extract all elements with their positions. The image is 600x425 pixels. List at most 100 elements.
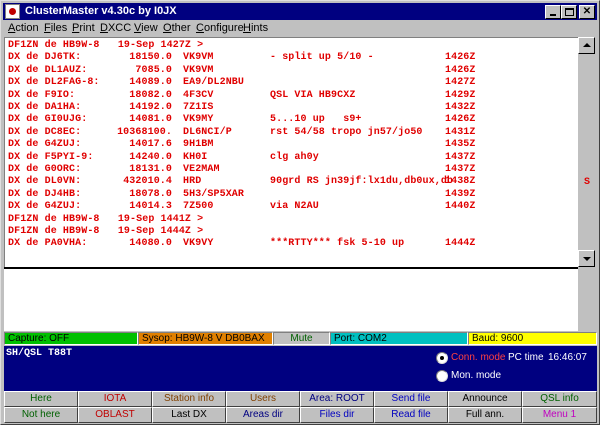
spot-line: DX de DL0VN: 432010.4 HRD 90grd RS jn39jf:l… — [8, 176, 578, 188]
spot-time: 1440Z — [445, 201, 476, 213]
baud-status: Baud: 9600 — [468, 332, 597, 345]
spot-line: DF1ZN de HB9W-8 19-Sep 1441Z > — [8, 214, 578, 226]
menu-configure[interactable]: Configure — [196, 22, 244, 35]
conn-mode-label: Conn. mode — [451, 352, 506, 363]
spot-callsign: EA9/DL2NBU — [183, 77, 245, 89]
spot-frequency: 10368100. — [117, 126, 172, 138]
conn-mode-radio[interactable]: Conn. mode PC time 16:46:07 — [436, 351, 596, 365]
spot-line: DX de G0ORC: 18131.0 VE2MAM 1437Z — [8, 164, 578, 176]
spot-source: DX de DL1AUZ: — [8, 64, 88, 76]
scroll-down-button[interactable] — [578, 250, 595, 267]
spot-time: 1435Z — [445, 139, 476, 151]
spot-callsign: VK9VM — [183, 52, 214, 64]
r2-not-here-button[interactable]: Not here — [4, 407, 78, 423]
r2-read-file-button[interactable]: Read file — [374, 407, 448, 423]
mon-mode-radio-dot[interactable] — [436, 370, 448, 382]
r1-announce-button[interactable]: Announce — [448, 391, 522, 407]
pc-time-label: PC time — [508, 352, 544, 363]
menu-action[interactable]: Action — [8, 22, 39, 35]
r2-last-dx-button[interactable]: Last DX — [152, 407, 226, 423]
button-row-2: Not here OBLAST Last DX Areas dir Files dir R… — [4, 407, 597, 423]
spot-frequency: 14017.6 — [129, 139, 172, 151]
spot-frequency: 14014.3 — [129, 201, 172, 213]
spot-callsign: DL6NCI/P — [183, 126, 232, 138]
spot-frequency: 432010.4 — [123, 176, 172, 188]
output-scrollbar[interactable]: S — [578, 37, 597, 267]
spot-callsign: 4F3CV — [183, 89, 214, 101]
spot-time: 1432Z — [445, 102, 476, 113]
r2-menu-1-button[interactable]: Menu 1 — [522, 407, 597, 423]
menu-print[interactable]: Print — [72, 22, 95, 35]
spot-frequency: 18131.0 — [129, 164, 172, 175]
minimize-button[interactable] — [545, 5, 561, 19]
spot-callsign: HRD — [183, 176, 202, 188]
spot-comment: 90grd RS jn39jf:lx1du,db0ux,db — [270, 176, 454, 188]
spot-comment: - split up 5/10 - — [270, 52, 374, 64]
secondary-scrollbar[interactable] — [578, 267, 597, 331]
spot-time: 1426Z — [445, 52, 476, 64]
command-input[interactable]: SH/QSL T88T — [4, 346, 432, 391]
r1-area-root-button[interactable]: Area: ROOT — [300, 391, 374, 407]
spot-source: DX de DL2FAG-8: — [8, 77, 100, 89]
r1-here-button[interactable]: Here — [4, 391, 78, 407]
spot-line: DX de G4ZUJ: 14017.6 9H1BM 1435Z — [8, 139, 578, 151]
spot-frequency: 14080.0 — [129, 238, 172, 250]
menu-dxcc[interactable]: DXCC — [100, 22, 131, 35]
capture-status[interactable]: Capture: OFF — [4, 332, 138, 345]
spot-time: 1437Z — [445, 151, 476, 163]
spot-source: DX de G0ORC: — [8, 164, 82, 175]
app-window: ClusterMaster v4.30c by I0JX ✕ Action Fi… — [0, 0, 600, 425]
spot-callsign: 7Z1IS — [183, 102, 214, 113]
spot-line: DF1ZN de HB9W-8 19-Sep 1444Z > — [8, 226, 578, 238]
spot-comment: clg ah0y — [270, 151, 319, 163]
spot-line: DX de PA0VHA: 14080.0 VK9VY ***RTTY*** fsk … — [8, 238, 578, 250]
r1-qsl-info-button[interactable]: QSL info — [522, 391, 597, 407]
mute-toggle[interactable]: Mute — [273, 332, 330, 345]
scroll-up-button[interactable] — [578, 37, 595, 54]
maximize-button[interactable] — [561, 5, 577, 19]
spot-frequency: 7085.0 — [135, 64, 172, 76]
spot-time: 1427Z — [445, 77, 476, 89]
conn-mode-radio-dot[interactable] — [436, 352, 448, 364]
spot-line: DX de DJ4HB: 18078.0 5H3/SP5XAR 1439Z — [8, 189, 578, 201]
r1-iota-button[interactable]: IOTA — [78, 391, 152, 407]
menu-hints[interactable]: Hints — [243, 22, 268, 35]
menu-view[interactable]: View — [134, 22, 158, 35]
dx-spot-output[interactable]: DF1ZN de HB9W-8 19-Sep 1427Z > DX de DJ6T… — [4, 37, 578, 267]
button-row-1: Here IOTA Station info Users Area: ROOT Send … — [4, 391, 597, 407]
mon-mode-label: Mon. mode — [451, 370, 502, 381]
spot-source: DX de F9IO: — [8, 89, 76, 101]
spot-time: 1439Z — [445, 188, 476, 200]
spot-frequency: 14192.0 — [129, 102, 172, 113]
spot-source: DX de G4ZUJ: — [8, 139, 82, 151]
r2-areas-dir-button[interactable]: Areas dir — [226, 407, 300, 423]
r1-send-file-button[interactable]: Send file — [374, 391, 448, 407]
spot-line: DX de DC8EC: 10368100. DL6NCI/P rst 54/58 t… — [8, 127, 578, 139]
spot-time: 1437Z — [445, 164, 476, 175]
spot-source: DX de PA0VHA: — [8, 238, 88, 250]
sysop-status: Sysop: HB9W-8 V DB0BAX — [138, 332, 273, 345]
mon-mode-radio[interactable]: Mon. mode — [436, 369, 556, 383]
r2-oblast-button[interactable]: OBLAST — [78, 407, 152, 423]
spot-time: 1429Z — [445, 89, 476, 101]
r1-users-button[interactable]: Users — [226, 391, 300, 407]
r2-files-dir-button[interactable]: Files dir — [300, 407, 374, 423]
r1-station-info-button[interactable]: Station info — [152, 391, 226, 407]
spot-line: DX de F5PYI-9: 14240.0 KH0I clg ah0y 1437Z — [8, 152, 578, 164]
menu-other[interactable]: Other — [163, 22, 191, 35]
spot-source: DX de DL0VN: — [8, 176, 82, 188]
spot-line: DX de DJ6TK: 18150.0 VK9VM - split up 5/10 … — [8, 52, 578, 64]
spot-frequency: 18150.0 — [129, 52, 172, 64]
secondary-output-pane[interactable] — [4, 267, 578, 331]
app-icon[interactable] — [5, 4, 20, 19]
spot-frequency: 18082.0 — [129, 89, 172, 101]
menu-files[interactable]: Files — [44, 22, 67, 35]
r2-full-ann-button[interactable]: Full ann. — [448, 407, 522, 423]
spot-callsign: VE2MAM — [183, 164, 220, 175]
spot-frequency: 14089.0 — [129, 77, 172, 89]
close-button[interactable]: ✕ — [579, 5, 595, 19]
menu-bar: Action Files Print DXCC View Other Confi… — [3, 20, 597, 36]
spot-callsign: KH0I — [183, 151, 208, 163]
spot-time: 1426Z — [445, 114, 476, 126]
scroll-marker: S — [584, 177, 591, 188]
